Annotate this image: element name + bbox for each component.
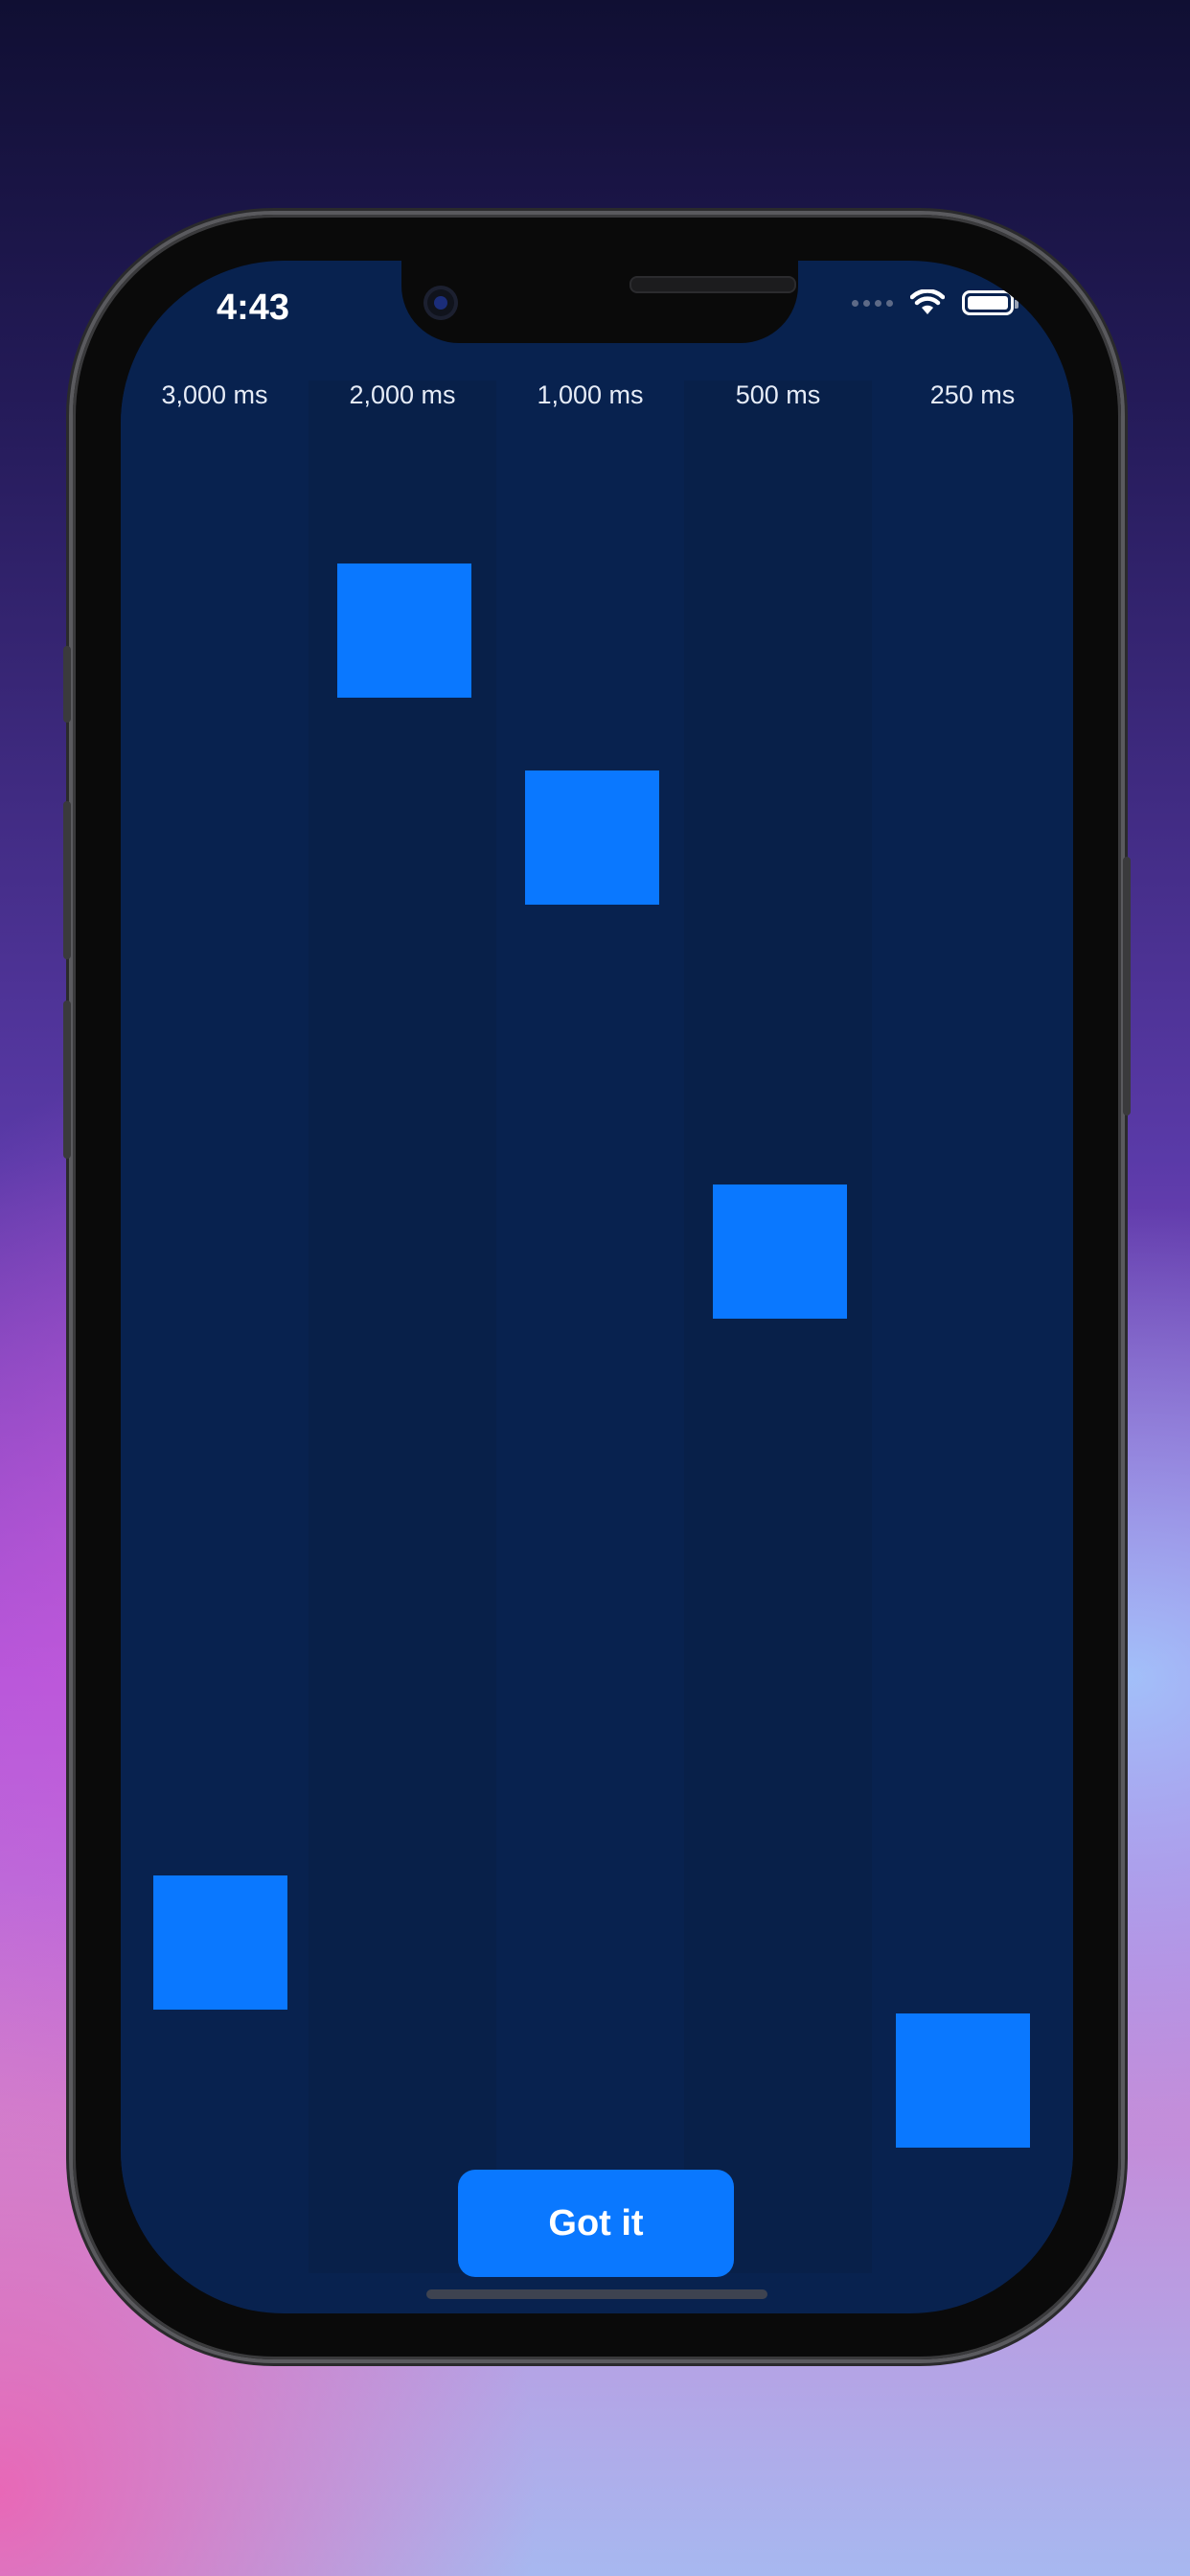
phone-frame: 4:43 3,000 ms 2,000 ms 1,000 ms 500 ms 2… xyxy=(63,215,1131,2359)
moving-square xyxy=(525,770,659,905)
moving-square xyxy=(896,2013,1030,2148)
status-icons xyxy=(852,289,1018,316)
earpiece-speaker xyxy=(629,276,796,293)
lane-label: 250 ms xyxy=(929,380,1016,409)
moving-square xyxy=(713,1184,847,1319)
wifi-icon xyxy=(910,289,945,314)
volume-up-button xyxy=(63,801,71,959)
battery-icon xyxy=(962,290,1018,315)
lane-label: 2,000 ms xyxy=(349,380,456,409)
status-time: 4:43 xyxy=(217,288,290,328)
home-indicator[interactable] xyxy=(426,2289,767,2299)
front-camera xyxy=(423,286,458,320)
got-it-button[interactable]: Got it xyxy=(458,2170,734,2277)
power-button xyxy=(1123,857,1131,1116)
animation-lanes: 3,000 ms 2,000 ms 1,000 ms 500 ms 250 ms xyxy=(121,380,1073,2273)
notch xyxy=(401,261,798,343)
moving-square xyxy=(153,1875,287,2010)
volume-down-button xyxy=(63,1000,71,1159)
silent-switch xyxy=(63,646,71,723)
moving-square xyxy=(337,564,471,698)
lane-label: 1,000 ms xyxy=(537,380,644,409)
lane-250ms: 250 ms xyxy=(872,380,1073,2273)
lane-1000ms: 1,000 ms xyxy=(496,380,684,2273)
signal-icon xyxy=(852,299,893,307)
lane-label: 500 ms xyxy=(735,380,821,409)
lane-label: 3,000 ms xyxy=(161,380,268,409)
lane-3000ms: 3,000 ms xyxy=(121,380,309,2273)
lane-2000ms: 2,000 ms xyxy=(309,380,496,2273)
lane-500ms: 500 ms xyxy=(684,380,872,2273)
app-screen: 4:43 3,000 ms 2,000 ms 1,000 ms 500 ms 2… xyxy=(121,261,1073,2313)
